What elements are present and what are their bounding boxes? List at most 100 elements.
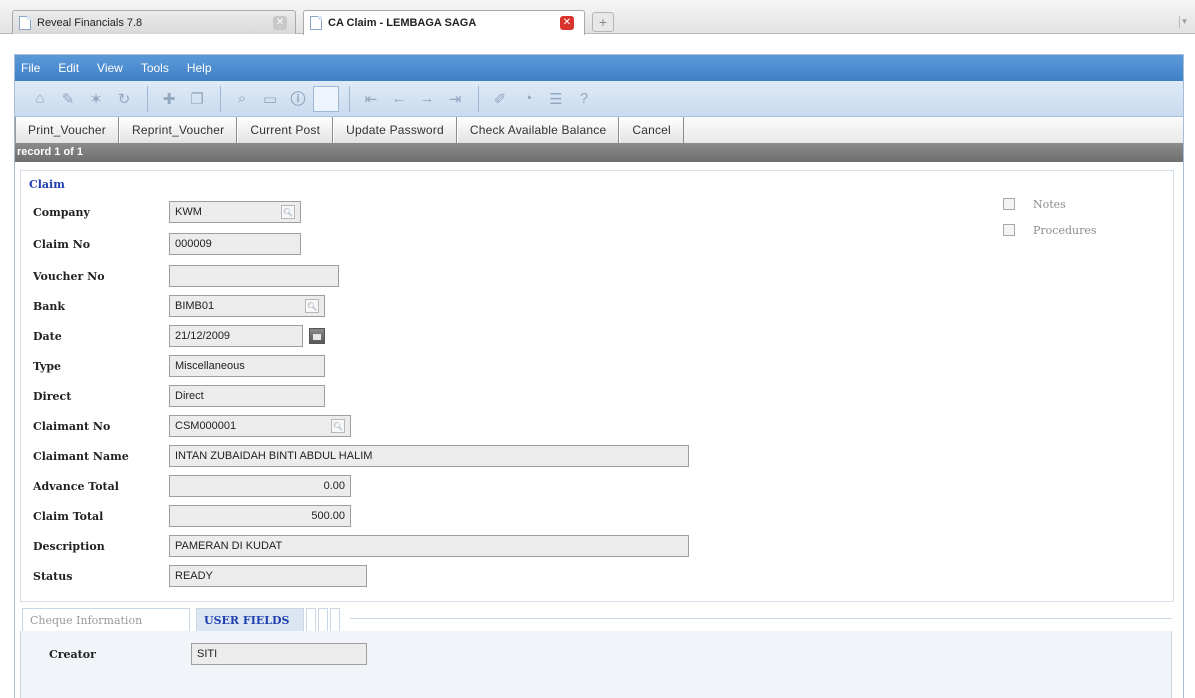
menu-help[interactable]: Help (187, 61, 212, 75)
tab-user-fields[interactable]: USER FIELDS (196, 608, 304, 631)
tab-cheque-information[interactable]: Cheque Information (22, 608, 190, 631)
edit-icon[interactable]: ✎ (55, 86, 81, 112)
claim-total-field[interactable]: 500.00 (169, 505, 351, 527)
copy-icon[interactable]: ❐ (184, 86, 210, 112)
search-icon[interactable]: 🔍︎ (305, 299, 319, 313)
date-field[interactable]: 21/12/2009 (169, 325, 303, 347)
last-icon[interactable]: ⇥ (442, 86, 468, 112)
bank-value: BIMB01 (175, 300, 215, 312)
procedures-checkbox[interactable] (1003, 224, 1015, 236)
advance-total-label: Advance Total (33, 479, 119, 493)
direct-label: Direct (33, 389, 72, 403)
view-icon[interactable] (313, 85, 339, 112)
add-icon[interactable]: ✚ (156, 86, 182, 112)
status-row: Status READY (33, 565, 367, 587)
prev-icon[interactable]: ← (386, 86, 412, 112)
description-label: Description (33, 539, 105, 553)
voucher-no-field[interactable] (169, 265, 339, 287)
type-field[interactable]: Miscellaneous (169, 355, 325, 377)
voucher-no-row: Voucher No (33, 265, 339, 287)
new-tab-button[interactable]: + (592, 12, 614, 32)
description-field[interactable]: PAMERAN DI KUDAT (169, 535, 689, 557)
chart-icon[interactable]: ◔ (515, 86, 541, 112)
claim-total-row: Claim Total 500.00 (33, 505, 351, 527)
claimant-no-label: Claimant No (33, 419, 111, 433)
status-label: Status (33, 569, 73, 583)
claim-total-label: Claim Total (33, 509, 104, 523)
toolbar: ⌂ ✎ ✶ ↻ ✚ ❐ ⌕ ▭ ⓘ ⇤ ← → ⇥ ✐ ◔ ☰ ? (15, 81, 1183, 117)
company-row: Company KWM 🔍︎ (33, 201, 301, 223)
record-indicator: record 1 of 1 (15, 143, 1183, 162)
creator-field[interactable]: SITI (191, 643, 367, 665)
claimant-name-field[interactable]: INTAN ZUBAIDAH BINTI ABDUL HALIM (169, 445, 689, 467)
close-icon[interactable]: ✕ (560, 16, 574, 30)
menu-edit[interactable]: Edit (58, 61, 79, 75)
claimant-no-row: Claimant No CSM000001 🔍︎ (33, 415, 351, 437)
menu-tools[interactable]: Tools (141, 61, 169, 75)
search-icon[interactable]: ⌕ (229, 86, 255, 112)
print-icon[interactable]: ▭ (257, 86, 283, 112)
first-icon[interactable]: ⇤ (358, 86, 384, 112)
tab-extra[interactable] (318, 608, 328, 631)
page-icon (19, 15, 31, 30)
next-icon[interactable]: → (414, 86, 440, 112)
advance-total-row: Advance Total 0.00 (33, 475, 351, 497)
notes-option[interactable]: Notes (1003, 193, 1097, 215)
browser-tab-label: Reveal Financials 7.8 (37, 16, 143, 29)
tab-extra[interactable] (330, 608, 340, 631)
cancel-button[interactable]: Cancel (619, 117, 684, 143)
claimant-no-field[interactable]: CSM000001 🔍︎ (169, 415, 351, 437)
type-row: Type Miscellaneous (33, 355, 325, 377)
home-icon[interactable]: ⌂ (27, 86, 53, 112)
claimant-name-row: Claimant Name INTAN ZUBAIDAH BINTI ABDUL… (33, 445, 689, 467)
status-field[interactable]: READY (169, 565, 367, 587)
search-icon[interactable]: 🔍︎ (281, 205, 295, 219)
refresh-icon[interactable]: ↻ (111, 86, 137, 112)
note-icon[interactable]: ✐ (487, 86, 513, 112)
claim-no-field[interactable]: 000009 (169, 233, 301, 255)
star-icon[interactable]: ✶ (83, 86, 109, 112)
current-post-button[interactable]: Current Post (237, 117, 334, 143)
notes-label: Notes (1033, 197, 1066, 211)
bank-field[interactable]: BIMB01 🔍︎ (169, 295, 325, 317)
claimant-no-value: CSM000001 (175, 420, 237, 432)
bank-label: Bank (33, 299, 66, 313)
chevron-down-icon[interactable]: ▾ (1179, 16, 1189, 28)
menu-file[interactable]: File (21, 61, 40, 75)
search-icon[interactable]: 🔍︎ (331, 419, 345, 433)
direct-field[interactable]: Direct (169, 385, 325, 407)
section-title: Claim (29, 178, 65, 191)
bottom-tabs: Cheque Information USER FIELDS (20, 604, 1180, 632)
side-options: Notes Procedures (1003, 193, 1097, 245)
filter-icon[interactable]: ☰ (543, 86, 569, 112)
voucher-no-label: Voucher No (33, 269, 105, 283)
browser-tab-ca-claim[interactable]: CA Claim - LEMBAGA SAGA ✕ (303, 10, 585, 35)
print-voucher-button[interactable]: Print_Voucher (15, 117, 119, 143)
menu-view[interactable]: View (97, 61, 123, 75)
toolbar-separator (147, 85, 148, 112)
procedures-option[interactable]: Procedures (1003, 219, 1097, 241)
info-icon[interactable]: ⓘ (285, 86, 311, 112)
browser-tab-label: CA Claim - LEMBAGA SAGA (328, 17, 477, 29)
calendar-icon[interactable] (309, 328, 325, 344)
claim-form: Claim Company KWM 🔍︎ Claim No 000009 Vou… (20, 170, 1174, 602)
browser-tab-strip: Reveal Financials 7.8 ✕ CA Claim - LEMBA… (0, 0, 1195, 35)
creator-label: Creator (49, 647, 96, 661)
help-icon[interactable]: ? (571, 86, 597, 112)
close-icon[interactable]: ✕ (273, 16, 287, 30)
tab-extra[interactable] (306, 608, 316, 631)
description-row: Description PAMERAN DI KUDAT (33, 535, 689, 557)
company-field[interactable]: KWM 🔍︎ (169, 201, 301, 223)
date-label: Date (33, 329, 62, 343)
reprint-voucher-button[interactable]: Reprint_Voucher (118, 117, 238, 143)
browser-tab-reveal[interactable]: Reveal Financials 7.8 ✕ (12, 10, 296, 34)
type-label: Type (33, 359, 62, 373)
toolbar-separator (478, 85, 479, 112)
date-row: Date 21/12/2009 (33, 325, 325, 347)
update-password-button[interactable]: Update Password (333, 117, 457, 143)
claim-no-label: Claim No (33, 237, 91, 251)
creator-row: Creator SITI (49, 643, 367, 665)
notes-checkbox[interactable] (1003, 198, 1015, 210)
advance-total-field[interactable]: 0.00 (169, 475, 351, 497)
check-available-balance-button[interactable]: Check Available Balance (456, 117, 620, 143)
